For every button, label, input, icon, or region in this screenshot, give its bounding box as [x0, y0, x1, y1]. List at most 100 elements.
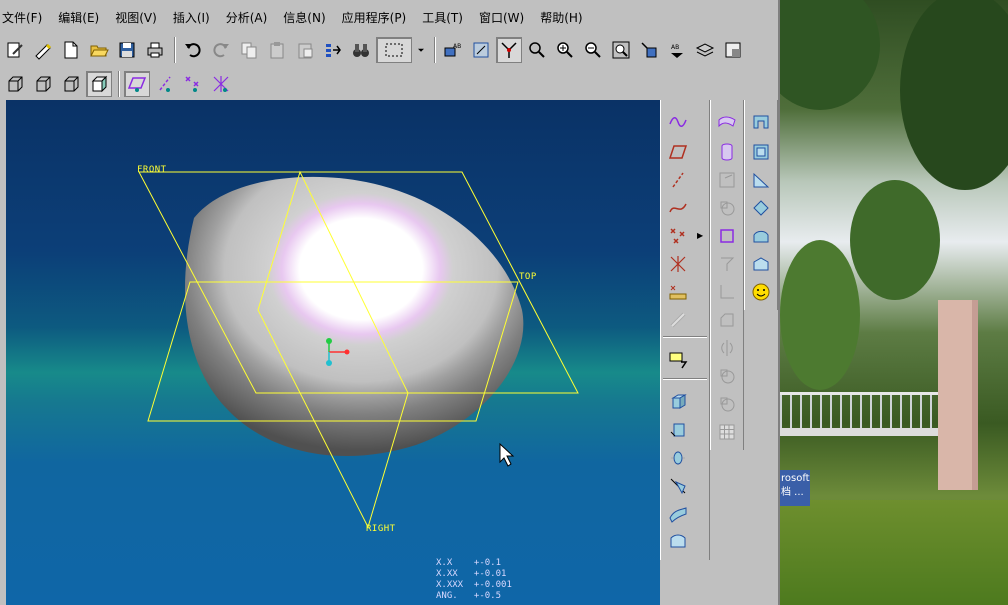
flange-button[interactable] [749, 252, 773, 276]
copy-feature-icon [720, 369, 735, 384]
desktop-wallpaper: rosoft 档 ... [780, 0, 1008, 605]
prism-button[interactable] [749, 196, 773, 220]
refit-button[interactable] [524, 37, 550, 63]
spin-center-button[interactable] [468, 37, 494, 63]
thicken-cylinder-icon [721, 143, 733, 161]
flyout-arrow-icon[interactable]: ▶ [697, 231, 703, 240]
redo-arrow-icon [213, 43, 229, 58]
draft-button[interactable] [715, 252, 739, 276]
undo-button[interactable] [180, 37, 206, 63]
chain-feature-button[interactable] [666, 308, 690, 332]
surface-offset-icon [718, 116, 736, 128]
shape-feature-toolbar [744, 100, 778, 310]
pro-engineer-window: 文件(F) 编辑(E) 视图(V) 插入(I) 分析(A) 信息(N) 应用程序… [0, 0, 780, 605]
model-display-button[interactable] [720, 37, 746, 63]
pattern-feature-button[interactable] [715, 392, 739, 416]
paste-button[interactable] [264, 37, 290, 63]
sketch-curve-button[interactable] [666, 110, 690, 134]
wireframe-button[interactable] [2, 71, 28, 97]
coordinate-systems-toggle[interactable] [208, 71, 234, 97]
copy-button[interactable] [236, 37, 262, 63]
wedge-button[interactable] [749, 168, 773, 192]
menu-info[interactable]: 信息(N) [283, 9, 332, 26]
paste-special-button[interactable] [292, 37, 318, 63]
layers-button[interactable] [692, 37, 718, 63]
orient-mode-button[interactable] [496, 37, 522, 63]
analysis-feature-button[interactable] [666, 280, 690, 304]
menu-window[interactable]: 窗口(W) [479, 9, 531, 26]
datum-point-tool-button[interactable] [666, 224, 690, 248]
zoom-in-button[interactable] [552, 37, 578, 63]
save-disk-icon [119, 42, 135, 58]
selection-filter-dropdown[interactable] [376, 37, 412, 63]
desktop-shortcut[interactable]: rosoft 档 ... [780, 470, 810, 506]
shaded-solid-model[interactable] [184, 176, 524, 457]
chamfer-button[interactable] [715, 308, 739, 332]
datum-planes-toggle[interactable] [124, 71, 150, 97]
sweep-button[interactable] [666, 446, 690, 470]
regenerate-icon [326, 44, 341, 57]
menu-edit[interactable]: 编辑(E) [58, 9, 106, 26]
datum-plane-icon [127, 77, 147, 92]
boundary-blend-button[interactable] [666, 530, 690, 554]
menu-applications[interactable]: 应用程序(P) [342, 9, 414, 26]
erase-button[interactable] [30, 37, 56, 63]
menu-analysis[interactable]: 分析(A) [226, 9, 275, 26]
surface-offset-button[interactable] [715, 110, 739, 134]
menu-file[interactable]: 文件(F) [2, 9, 49, 26]
feedback-button[interactable] [749, 280, 773, 304]
open-folder-icon [90, 45, 109, 57]
shell-button[interactable] [715, 196, 739, 220]
table-pattern-button[interactable] [715, 420, 739, 444]
document-pen-icon [7, 42, 23, 58]
datum-curve-tool-button[interactable] [666, 196, 690, 220]
note-button[interactable] [666, 348, 690, 372]
cut-out-button[interactable] [749, 110, 773, 134]
grid-table-icon [719, 424, 735, 440]
new-file-button[interactable] [58, 37, 84, 63]
paste-special-icon [298, 43, 313, 59]
tree-foliage [780, 240, 860, 390]
thicken-button[interactable] [715, 140, 739, 164]
saved-views-button[interactable]: AB [664, 37, 690, 63]
menu-view[interactable]: 视图(V) [115, 9, 164, 26]
selection-dropdown-arrow[interactable] [414, 37, 428, 63]
menu-tools[interactable]: 工具(T) [422, 9, 470, 26]
dome-button[interactable] [749, 224, 773, 248]
zoom-fit-button[interactable] [608, 37, 634, 63]
shading-button[interactable] [86, 71, 112, 97]
boss-button[interactable] [749, 140, 773, 164]
repaint-button[interactable]: AB [440, 37, 466, 63]
regenerate-button[interactable] [320, 37, 346, 63]
open-file-button[interactable] [86, 37, 112, 63]
menu-insert[interactable]: 插入(I) [173, 9, 217, 26]
blend-button[interactable] [666, 474, 690, 498]
print-button[interactable] [142, 37, 168, 63]
datum-axis-tool-button[interactable] [666, 168, 690, 192]
hidden-line-button[interactable] [30, 71, 56, 97]
redo-button[interactable] [208, 37, 234, 63]
datum-point-tool-icon [670, 228, 685, 244]
datum-points-toggle[interactable] [180, 71, 206, 97]
copy-feature-button[interactable] [715, 364, 739, 388]
datum-axes-toggle[interactable] [152, 71, 178, 97]
datum-plane-tool-button[interactable] [666, 140, 690, 164]
variable-section-sweep-button[interactable] [666, 502, 690, 526]
menu-help[interactable]: 帮助(H) [540, 9, 589, 26]
graphics-window[interactable]: FRONT TOP RIGHT X.X +-0.1 X.XX +-0.01 X.XX… [6, 100, 660, 605]
chain-link-icon [670, 312, 686, 328]
coordinate-system-tool-button[interactable] [666, 252, 690, 276]
zoom-out-button[interactable] [580, 37, 606, 63]
new-session-button[interactable] [2, 37, 28, 63]
mirror-button[interactable] [715, 336, 739, 360]
extrude-button[interactable] [666, 390, 690, 414]
hole-button[interactable] [715, 168, 739, 192]
rib-button[interactable] [715, 224, 739, 248]
no-hidden-button[interactable] [58, 71, 84, 97]
datum-points-icon [185, 76, 199, 92]
reorient-button[interactable] [636, 37, 662, 63]
revolve-button[interactable] [666, 418, 690, 442]
save-button[interactable] [114, 37, 140, 63]
find-button[interactable] [348, 37, 374, 63]
round-button[interactable] [715, 280, 739, 304]
